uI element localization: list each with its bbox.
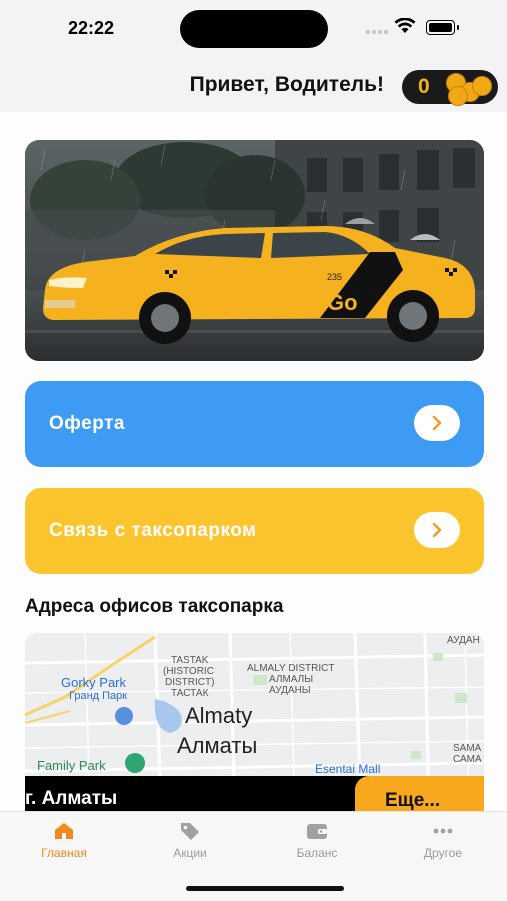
chevron-right-icon xyxy=(432,522,442,538)
tab-other-label: Другое xyxy=(423,846,463,860)
map-label-esentai: Esentai Mall xyxy=(315,762,381,776)
map-label-samal-2: САМА xyxy=(453,754,482,765)
coins-badge[interactable]: 0 xyxy=(402,70,498,106)
tab-other[interactable]: Другое xyxy=(388,820,498,860)
tab-promotions[interactable]: Акции xyxy=(135,820,245,860)
contact-fleet-card-label: Связь с таксопарком xyxy=(49,520,257,541)
cellular-signal-icon xyxy=(366,30,388,34)
greeting-title: Привет, Водитель! xyxy=(189,73,384,96)
taxi-number: 235 xyxy=(327,272,342,282)
city-label: г. Алматы xyxy=(25,788,118,809)
map-label-tastak-3: DISTRICT) xyxy=(165,677,215,688)
chevron-right-icon xyxy=(432,415,442,431)
map-label-audany: АУДАН xyxy=(447,635,480,646)
status-time: 22:22 xyxy=(68,18,115,38)
map-label-city-ru: Алматы xyxy=(177,733,258,758)
map-label-almaly-1: ALMALY DISTRICT xyxy=(247,663,335,674)
contact-fleet-open-button[interactable] xyxy=(414,512,460,548)
dynamic-island xyxy=(180,10,328,48)
more-offices-button[interactable]: Еще... xyxy=(355,776,484,811)
battery-icon xyxy=(426,20,459,35)
contact-fleet-card[interactable]: Связь с таксопарком xyxy=(25,488,484,574)
tab-balance-label: Баланс xyxy=(296,846,338,860)
offer-open-button[interactable] xyxy=(414,405,460,441)
map-label-almaly-3: АУДАНЫ xyxy=(269,685,311,696)
map-label-tastak-2: (HISTORIC xyxy=(163,666,214,677)
offices-map[interactable]: Gorky Park Гранд Парк TASTAK (HISTORIC D… xyxy=(25,633,484,811)
tab-home-label: Главная xyxy=(41,846,87,860)
map-label-gorky-park-ru: Гранд Парк xyxy=(69,690,128,702)
family-park-pin-icon[interactable] xyxy=(125,753,145,773)
status-bar: 22:22 xyxy=(0,0,507,58)
map-label-samal-1: SAMA xyxy=(453,743,482,754)
map-label-gorky-park-en: Gorky Park xyxy=(61,675,127,690)
park-pin-icon[interactable] xyxy=(115,707,133,725)
more-icon xyxy=(433,828,453,834)
home-indicator[interactable] xyxy=(186,886,344,891)
map-label-city-en: Almaty xyxy=(185,703,253,728)
map-label-tastak-1: TASTAK xyxy=(171,655,209,666)
tab-promotions-label: Акции xyxy=(173,846,207,860)
offer-card-label: Оферта xyxy=(49,413,125,434)
coins-count: 0 xyxy=(418,75,430,98)
tag-icon xyxy=(181,823,199,840)
tab-balance[interactable]: Баланс xyxy=(262,820,372,860)
tab-home[interactable]: Главная xyxy=(9,820,119,860)
more-offices-label: Еще... xyxy=(385,790,441,811)
wallet-icon xyxy=(307,824,327,839)
wifi-icon xyxy=(394,18,416,33)
map-label-family-park: Family Park xyxy=(37,758,106,773)
hero-taxi-image: Go 235 xyxy=(25,140,484,361)
offices-section-title: Адреса офисов таксопарка xyxy=(25,596,284,617)
offer-card[interactable]: Оферта xyxy=(25,381,484,467)
home-icon xyxy=(55,823,73,839)
map-label-almaly-2: АЛМАЛЫ xyxy=(269,674,314,685)
map-label-tastak-4: ТАСТАК xyxy=(171,688,209,699)
svg-text:Go: Go xyxy=(327,290,358,315)
